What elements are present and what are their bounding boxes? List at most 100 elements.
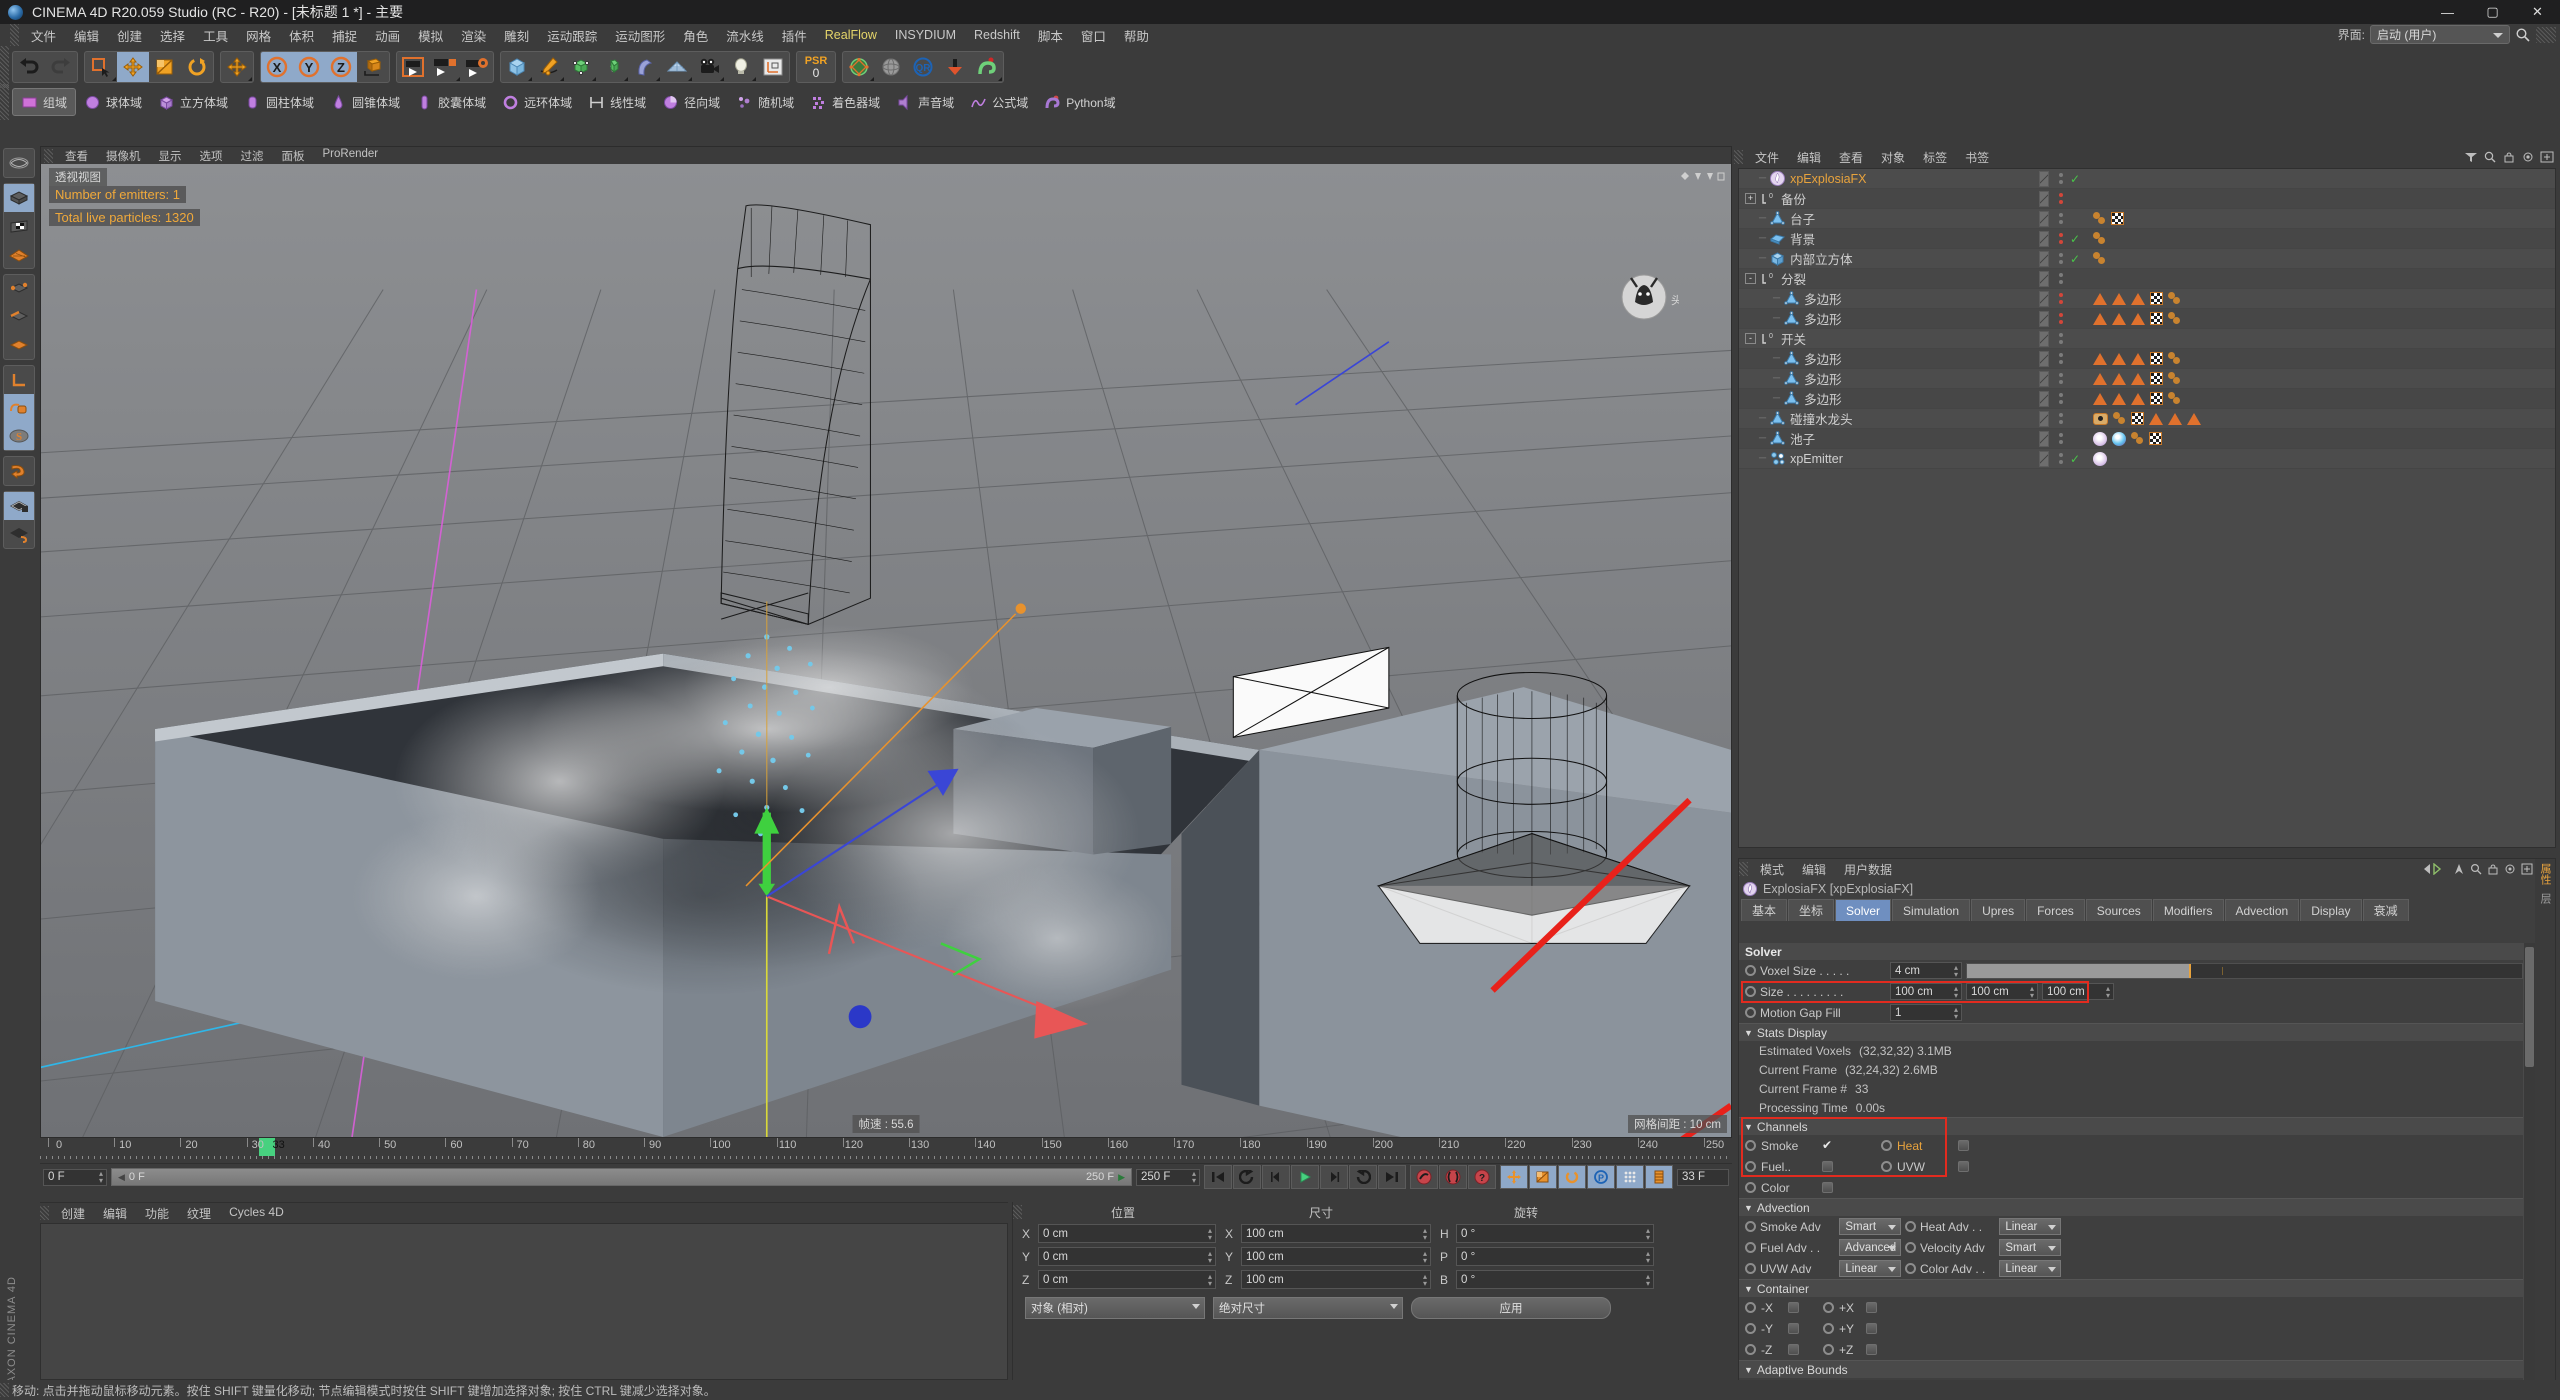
tag-selection-icon[interactable] (2168, 412, 2182, 425)
channel-checkbox-checked[interactable]: ✔ (1822, 1139, 1832, 1151)
enable-dots-icon[interactable] (2056, 331, 2065, 347)
play-icon[interactable] (1291, 1165, 1319, 1189)
cube-icon[interactable] (501, 52, 533, 82)
animate-dot-icon[interactable] (1905, 1263, 1916, 1274)
toolbar-grip[interactable] (0, 46, 9, 88)
expander-icon[interactable]: - (1745, 333, 1756, 344)
coord-apply-button[interactable]: 应用 (1411, 1297, 1611, 1319)
material-menu-item-0[interactable]: 创建 (52, 1205, 94, 1222)
tag-texture-icon[interactable] (2150, 352, 2163, 365)
animate-dot-icon[interactable] (1745, 1344, 1756, 1355)
spinner-icon[interactable]: ▴▾ (2106, 984, 2110, 999)
enable-dots-icon[interactable] (2056, 311, 2065, 327)
menu-item-18[interactable]: INSYDIUM (886, 26, 965, 44)
menu-item-13[interactable]: 运动图形 (606, 24, 674, 47)
tag-selection-icon[interactable] (2112, 392, 2126, 405)
tag-texture-icon[interactable] (2150, 372, 2163, 385)
object-menu-item-3[interactable]: 对象 (1872, 149, 1914, 166)
enable-dots-icon[interactable] (2056, 351, 2065, 367)
timeline-end-field[interactable]: 250 F ▴ ▾ (1136, 1168, 1200, 1186)
viewport-layout-icons[interactable] (1679, 170, 1725, 184)
animate-dot-icon[interactable] (1823, 1323, 1834, 1334)
spline-pen-icon[interactable] (533, 52, 565, 82)
position-key-icon[interactable] (1500, 1165, 1528, 1189)
viewport-menu-item-2[interactable]: 显示 (150, 148, 191, 164)
animate-dot-icon[interactable] (1745, 986, 1756, 997)
enable-dot[interactable] (2058, 413, 2063, 417)
container-checkbox[interactable] (1788, 1323, 1799, 1334)
tag-selection-icon[interactable] (2131, 352, 2145, 365)
tag-phong-icon[interactable] (2113, 412, 2126, 425)
size-y-field[interactable]: 100 cm ▴ ▾ (1966, 983, 2038, 1000)
tag-selection-icon[interactable] (2187, 412, 2201, 425)
enable-dot[interactable] (2058, 393, 2063, 397)
expander-icon[interactable]: - (1745, 273, 1756, 284)
spinner-icon[interactable]: ▴▾ (1646, 1226, 1650, 1241)
enable-dot[interactable] (2058, 280, 2063, 284)
timeline-start-field[interactable]: 0 F ▴ ▾ (43, 1168, 107, 1186)
animate-dot-icon[interactable] (1745, 1242, 1756, 1253)
attribute-manager-grip[interactable] (1739, 862, 1748, 876)
spinner-icon[interactable]: ▴▾ (1646, 1249, 1650, 1264)
sphere-wire-icon[interactable] (875, 52, 907, 82)
advection-dropdown[interactable]: Linear (1839, 1260, 1901, 1277)
menu-item-0[interactable]: 文件 (22, 24, 65, 47)
enable-dot[interactable] (2058, 380, 2063, 384)
attribute-side-tab-alt[interactable]: 层 (2537, 893, 2553, 904)
enable-dot[interactable] (2058, 320, 2063, 324)
animate-dot-icon[interactable] (1905, 1242, 1916, 1253)
animate-dot-icon[interactable] (1881, 1161, 1892, 1172)
tag-explosia-icon[interactable] (2093, 451, 2108, 466)
enable-dot[interactable] (2058, 180, 2063, 184)
object-axis-icon[interactable] (357, 52, 389, 82)
close-button[interactable]: ✕ (2515, 0, 2560, 24)
goto-start-icon[interactable] (1204, 1165, 1232, 1189)
workplane-icon[interactable] (4, 240, 34, 268)
enable-dots-icon[interactable] (2056, 391, 2065, 407)
prev-key-icon[interactable] (1233, 1165, 1261, 1189)
menu-item-22[interactable]: 帮助 (1115, 24, 1158, 47)
voxel-size-slider[interactable] (1966, 962, 2523, 979)
enable-dots-icon[interactable] (2056, 271, 2065, 287)
advection-dropdown[interactable]: Linear (1999, 1218, 2061, 1235)
object-manager[interactable]: ─ xpExplosiaFX ✓ +0 备份 ─ 台子 ─ 背景 ✓ ─ 内部立方体 ✓ -0 分裂 ─ 多边形… (1738, 168, 2556, 848)
attribute-scrollbar-thumb[interactable] (2525, 947, 2534, 1067)
axis-x-icon[interactable]: X (261, 52, 293, 82)
menu-item-4[interactable]: 工具 (194, 24, 237, 47)
viewport[interactable]: 查看 摄像机 显示 选项 过滤 面板 ProRender Number of e… (40, 146, 1732, 1138)
tag-phong-icon[interactable] (2168, 312, 2181, 325)
move-world-icon[interactable] (221, 52, 253, 82)
undo-icon[interactable] (13, 52, 45, 82)
tag-phong-icon[interactable] (2168, 352, 2181, 365)
enable-dot[interactable] (2058, 453, 2063, 457)
enable-dot[interactable] (2058, 433, 2063, 437)
object-row[interactable]: ─ 背景 ✓ (1739, 229, 2555, 249)
field-button-python-field-icon[interactable]: Python域 (1036, 88, 1123, 116)
spinner-icon[interactable]: ▴▾ (99, 1170, 103, 1185)
tag-phong-icon[interactable] (2093, 212, 2106, 225)
visibility-toggle-icon[interactable] (2039, 370, 2049, 387)
object-row[interactable]: ─ 台子 (1739, 209, 2555, 229)
tag-selection-icon[interactable] (2093, 312, 2107, 325)
spinner-icon[interactable]: ▴▾ (1646, 1272, 1650, 1287)
object-menu-item-4[interactable]: 标签 (1914, 149, 1956, 166)
menu-item-21[interactable]: 窗口 (1072, 24, 1115, 47)
enable-dot[interactable] (2058, 360, 2063, 364)
visibility-toggle-icon[interactable] (2039, 250, 2049, 267)
coord-mode-dropdown[interactable]: 对象 (相对) (1025, 1297, 1205, 1319)
visibility-toggle-icon[interactable] (2039, 430, 2049, 447)
enable-dot[interactable] (2058, 293, 2063, 297)
attribute-tab-sources[interactable]: Sources (2085, 899, 2152, 921)
render-settings-icon[interactable] (461, 52, 493, 82)
object-enabled-check-icon[interactable]: ✓ (2070, 452, 2080, 466)
key-select-icon[interactable]: ? (1468, 1165, 1496, 1189)
menu-item-11[interactable]: 雕刻 (495, 24, 538, 47)
container-checkbox[interactable] (1788, 1344, 1799, 1355)
tag-display-icon[interactable] (2093, 412, 2108, 425)
enable-dot[interactable] (2058, 440, 2063, 444)
scale-icon[interactable] (149, 52, 181, 82)
object-enabled-check-icon[interactable]: ✓ (2070, 172, 2080, 186)
enable-dots-icon[interactable] (2056, 431, 2065, 447)
coord-rotation-h-field[interactable]: 0 ° ▴ ▾ (1456, 1224, 1654, 1243)
visibility-toggle-icon[interactable] (2039, 270, 2049, 287)
